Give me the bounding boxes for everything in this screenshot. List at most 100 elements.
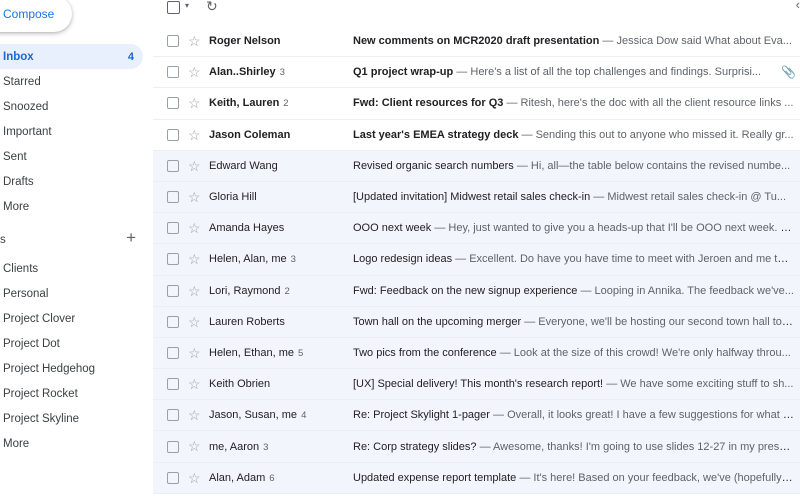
email-subject: Two pics from the conference bbox=[353, 346, 497, 359]
row-checkbox[interactable] bbox=[167, 471, 179, 484]
email-row[interactable]: ☆ Helen, Alan, me 3 Logo redesign ideas — E… bbox=[153, 244, 800, 276]
row-checkbox[interactable] bbox=[167, 378, 179, 391]
email-sender: Roger Nelson bbox=[209, 35, 349, 47]
email-content: Q1 project wrap-up — Here's a list of al… bbox=[353, 66, 794, 78]
star-icon[interactable]: ☆ bbox=[188, 470, 201, 487]
label-item-project-skyline[interactable]: Project Skyline bbox=[0, 406, 143, 431]
email-sender: Amanda Hayes bbox=[209, 222, 349, 234]
label-item-project-rocket[interactable]: Project Rocket bbox=[0, 381, 143, 406]
sidebar-item-starred[interactable]: Starred bbox=[0, 69, 143, 94]
star-icon[interactable]: ☆ bbox=[188, 438, 201, 455]
row-checkbox[interactable] bbox=[167, 35, 179, 48]
email-content: Two pics from the conference — Look at t… bbox=[353, 347, 794, 359]
select-menu-chevron-icon[interactable]: ▾ bbox=[185, 1, 189, 10]
sidebar-item-sent[interactable]: Sent bbox=[0, 144, 143, 169]
email-row[interactable]: ☆ Alan, Adam 6 Updated expense report templ… bbox=[153, 462, 800, 494]
star-icon[interactable]: ☆ bbox=[188, 376, 201, 393]
star-icon[interactable]: ☆ bbox=[188, 189, 201, 206]
select-all-checkbox[interactable] bbox=[167, 1, 180, 14]
email-row[interactable]: ☆ Alan..Shirley 3 Q1 project wrap-up — Here… bbox=[153, 57, 800, 89]
row-checkbox[interactable] bbox=[167, 409, 179, 422]
compose-button[interactable]: Compose bbox=[0, 0, 72, 32]
star-icon[interactable]: ☆ bbox=[188, 158, 201, 175]
label-item-text: Project Clover bbox=[3, 312, 76, 325]
row-checkbox[interactable] bbox=[167, 66, 179, 79]
email-snippet: — Awesome, thanks! I'm going to use slid… bbox=[479, 440, 794, 453]
sender-name: Lauren Roberts bbox=[209, 315, 285, 328]
row-checkbox[interactable] bbox=[167, 191, 179, 204]
email-row[interactable]: ☆ Helen, Ethan, me 5 Two pics from the conf… bbox=[153, 337, 800, 370]
label-item-more[interactable]: More bbox=[0, 431, 143, 456]
star-icon[interactable]: ☆ bbox=[188, 95, 201, 112]
add-label-icon[interactable]: + bbox=[126, 228, 136, 248]
sidebar-item-more[interactable]: More bbox=[0, 194, 143, 219]
star-icon[interactable]: ☆ bbox=[188, 127, 201, 144]
star-icon[interactable]: ☆ bbox=[188, 314, 201, 331]
row-checkbox[interactable] bbox=[167, 128, 179, 141]
email-row[interactable]: ☆ Jason Coleman Last year's EMEA strategy … bbox=[153, 119, 800, 151]
sidebar-item-label: Inbox bbox=[3, 50, 34, 63]
email-content: OOO next week — Hey, just wanted to give… bbox=[353, 222, 794, 234]
thread-count: 6 bbox=[269, 472, 275, 484]
email-row[interactable]: ☆ Lauren Roberts Town hall on the upcoming… bbox=[153, 306, 800, 338]
sidebar-item-snoozed[interactable]: Snoozed bbox=[0, 94, 143, 119]
email-row[interactable]: ☆ Jason, Susan, me 4 Re: Project Skylight 1… bbox=[153, 400, 800, 432]
email-sender: Alan..Shirley 3 bbox=[209, 66, 349, 78]
row-checkbox[interactable] bbox=[167, 97, 179, 110]
label-item-project-dot[interactable]: Project Dot bbox=[0, 331, 143, 356]
email-subject: OOO next week bbox=[353, 222, 432, 235]
label-item-personal[interactable]: Personal bbox=[0, 281, 143, 306]
star-icon[interactable]: ☆ bbox=[188, 64, 201, 81]
row-checkbox[interactable] bbox=[167, 222, 179, 235]
email-subject: Last year's EMEA strategy deck bbox=[353, 128, 519, 141]
email-subject: Revised organic search numbers bbox=[353, 159, 514, 172]
sender-name: Keith, Lauren bbox=[209, 97, 280, 110]
email-content: [UX] Special delivery! This month's rese… bbox=[353, 378, 794, 390]
email-row[interactable]: ☆ Keith, Lauren 2 Fwd: Client resources for… bbox=[153, 88, 800, 120]
label-item-text: Project Dot bbox=[3, 337, 60, 350]
row-checkbox[interactable] bbox=[167, 346, 179, 359]
sender-name: Helen, Alan, me bbox=[209, 253, 287, 266]
email-subject: Re: Corp strategy slides? bbox=[353, 440, 477, 453]
email-sender: Jason Coleman bbox=[209, 129, 349, 141]
email-sender: Edward Wang bbox=[209, 160, 349, 172]
star-icon[interactable]: ☆ bbox=[188, 251, 201, 268]
star-icon[interactable]: ☆ bbox=[188, 345, 201, 362]
email-sender: me, Aaron 3 bbox=[209, 441, 349, 453]
row-checkbox[interactable] bbox=[167, 253, 179, 266]
label-item-project-hedgehog[interactable]: Project Hedgehog bbox=[0, 356, 143, 381]
sidebar-item-important[interactable]: Important bbox=[0, 119, 143, 144]
email-subject: [UX] Special delivery! This month's rese… bbox=[353, 378, 604, 391]
row-checkbox[interactable] bbox=[167, 315, 179, 328]
row-checkbox[interactable] bbox=[167, 159, 179, 172]
email-row[interactable]: ☆ Keith Obrien [UX] Special delivery! This… bbox=[153, 369, 800, 401]
labels-header: s + bbox=[0, 228, 143, 251]
thread-count: 2 bbox=[283, 98, 289, 110]
email-content: Revised organic search numbers — Hi, all… bbox=[353, 160, 794, 172]
email-content: [Updated invitation] Midwest retail sale… bbox=[353, 191, 794, 203]
star-icon[interactable]: ☆ bbox=[188, 220, 201, 237]
email-row[interactable]: ☆ Amanda Hayes OOO next week — Hey, just w… bbox=[153, 213, 800, 245]
chevron-left-icon[interactable]: ‹ bbox=[796, 0, 800, 12]
row-checkbox[interactable] bbox=[167, 440, 179, 453]
email-row[interactable]: ☆ Roger Nelson New comments on MCR2020 dra… bbox=[153, 26, 800, 58]
sender-name: Jason Coleman bbox=[209, 128, 291, 141]
sidebar-item-label: Drafts bbox=[3, 175, 34, 188]
label-item-project-clover[interactable]: Project Clover bbox=[0, 306, 143, 331]
sidebar-item-inbox[interactable]: Inbox 4 bbox=[0, 44, 143, 69]
star-icon[interactable]: ☆ bbox=[188, 33, 201, 50]
email-row[interactable]: ☆ me, Aaron 3 Re: Corp strategy slides? — A… bbox=[153, 431, 800, 463]
row-checkbox[interactable] bbox=[167, 284, 179, 297]
star-icon[interactable]: ☆ bbox=[188, 283, 201, 300]
email-row[interactable]: ☆ Gloria Hill [Updated invitation] Midwest… bbox=[153, 181, 800, 214]
email-snippet: — It's here! Based on your feedback, we'… bbox=[519, 471, 794, 484]
email-row[interactable]: ☆ Lori, Raymond 2 Fwd: Feedback on the new … bbox=[153, 275, 800, 307]
email-snippet: — Look at the size of this crowd! We're … bbox=[499, 346, 791, 359]
email-row[interactable]: ☆ Edward Wang Revised organic search numbe… bbox=[153, 150, 800, 182]
email-subject: Fwd: Client resources for Q3 bbox=[353, 97, 504, 110]
refresh-icon[interactable]: ↻ bbox=[206, 0, 218, 15]
email-content: Fwd: Client resources for Q3 — Ritesh, h… bbox=[353, 97, 794, 109]
label-item-clients[interactable]: Clients bbox=[0, 256, 143, 281]
star-icon[interactable]: ☆ bbox=[188, 407, 201, 424]
sidebar-item-drafts[interactable]: Drafts bbox=[0, 169, 143, 194]
